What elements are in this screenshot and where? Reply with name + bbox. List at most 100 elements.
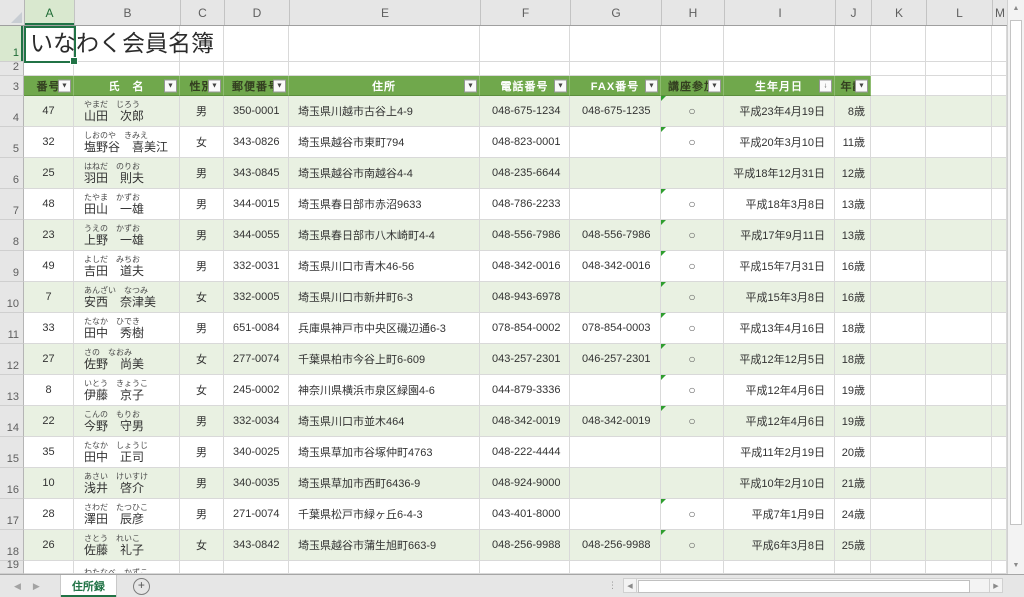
cell-phone[interactable]: 043-401-8000 [480,499,570,530]
cell-L15[interactable] [926,437,992,468]
cell-G1[interactable] [570,26,661,62]
cell-address[interactable]: 千葉県柏市今谷上町6-609 [289,344,480,375]
cell-attend[interactable]: ○ [661,127,724,158]
row-header-13[interactable]: 13 [0,375,24,406]
cell-address[interactable]: 埼玉県川口市新井町6-3 [289,282,480,313]
cell-fax[interactable] [570,189,661,220]
cell-K11[interactable] [871,313,926,344]
cell-phone[interactable]: 043-257-2301 [480,344,570,375]
table-header-B[interactable]: 氏 名 ▼ [74,76,180,96]
splitter-handle-icon[interactable]: ⋮ [608,580,617,591]
cell-L16[interactable] [926,468,992,499]
cell-K4[interactable] [871,96,926,127]
cell-phone[interactable]: 048-235-6644 [480,158,570,189]
cell-L5[interactable] [926,127,992,158]
cell-C2[interactable] [180,62,224,76]
column-header-C[interactable]: C [181,0,225,25]
cell-B19[interactable]: わたなべ かずこ [74,561,180,574]
cell-M2[interactable] [992,62,1007,76]
cell-M3[interactable] [992,76,1007,96]
cell-age[interactable]: 19歳 [835,406,871,437]
cell-C19[interactable] [180,561,224,574]
cell-birthdate[interactable]: 平成18年3月8日 [724,189,835,220]
cell-K19[interactable] [871,561,926,574]
cell-L6[interactable] [926,158,992,189]
cell-age[interactable]: 18歳 [835,344,871,375]
cell-K9[interactable] [871,251,926,282]
cell-birthdate[interactable]: 平成15年7月31日 [724,251,835,282]
cell-age[interactable]: 13歳 [835,189,871,220]
cell-fax[interactable] [570,499,661,530]
cell-fax[interactable] [570,282,661,313]
cell-birthdate[interactable]: 平成10年2月10日 [724,468,835,499]
table-header-F[interactable]: 電話番号 ▼ [480,76,570,96]
cell-G2[interactable] [570,62,661,76]
cell-K15[interactable] [871,437,926,468]
cell-attend[interactable]: ○ [661,96,724,127]
cell-age[interactable]: 16歳 [835,282,871,313]
table-header-A[interactable]: 番号 ▼ [24,76,74,96]
table-header-E[interactable]: 住所 ▼ [289,76,480,96]
column-header-J[interactable]: J [836,0,872,25]
cell-fax[interactable]: 048-342-0016 [570,251,661,282]
cell-name[interactable]: たなか しょうじ 田中 正司 [74,437,180,468]
cell-postal[interactable]: 343-0845 [224,158,289,189]
cell-L17[interactable] [926,499,992,530]
cell-K18[interactable] [871,530,926,561]
cell-address[interactable]: 埼玉県越谷市東町794 [289,127,480,158]
filter-button[interactable]: ▼ [554,79,567,92]
cell-gender[interactable]: 男 [180,313,224,344]
cell-phone[interactable]: 048-675-1234 [480,96,570,127]
cell-attend[interactable] [661,437,724,468]
cell-name[interactable]: あさい けいすけ 浅井 啓介 [74,468,180,499]
cell-name[interactable]: やまだ じろう 山田 次郎 [74,96,180,127]
row-header-14[interactable]: 14 [0,406,24,437]
cell-K2[interactable] [871,62,926,76]
row-header-18[interactable]: 18 [0,530,24,561]
sheet-title[interactable]: いなわく会員名簿 [30,26,214,62]
column-header-H[interactable]: H [662,0,725,25]
cell-birthdate[interactable]: 平成18年12月31日 [724,158,835,189]
cell-M16[interactable] [992,468,1007,499]
cell-address[interactable]: 神奈川県横浜市泉区緑園4-6 [289,375,480,406]
cell-age[interactable]: 24歳 [835,499,871,530]
row-header-6[interactable]: 6 [0,158,24,189]
cell-J19[interactable] [835,561,871,574]
cell-gender[interactable]: 男 [180,220,224,251]
cell-F19[interactable] [480,561,570,574]
cell-birthdate[interactable]: 平成7年1月9日 [724,499,835,530]
cell-phone[interactable]: 048-222-4444 [480,437,570,468]
cell-I1[interactable] [724,26,835,62]
cell-K8[interactable] [871,220,926,251]
cell-name[interactable]: さとう れいこ 佐藤 礼子 [74,530,180,561]
cell-age[interactable]: 8歳 [835,96,871,127]
cell-K16[interactable] [871,468,926,499]
cell-M7[interactable] [992,189,1007,220]
cell-age[interactable]: 20歳 [835,437,871,468]
cell-M8[interactable] [992,220,1007,251]
column-header-E[interactable]: E [290,0,481,25]
cell-postal[interactable]: 332-0005 [224,282,289,313]
row-header-12[interactable]: 12 [0,344,24,375]
tab-nav-left-icon[interactable]: ◀ [14,581,21,592]
cell-M19[interactable] [992,561,1007,574]
add-sheet-button[interactable]: + [132,577,150,595]
cell-D1[interactable] [224,26,289,62]
cell-M15[interactable] [992,437,1007,468]
cell-L3[interactable] [926,76,992,96]
cell-M14[interactable] [992,406,1007,437]
sort-filter-button[interactable]: ↓ [819,79,832,92]
cell-H1[interactable] [661,26,724,62]
cell-B2[interactable] [74,62,180,76]
row-header-19[interactable]: 19 [0,559,24,574]
cell-J2[interactable] [835,62,871,76]
cell-number[interactable]: 27 [24,344,74,375]
cell-birthdate[interactable]: 平成17年9月11日 [724,220,835,251]
filter-button[interactable]: ▼ [855,79,868,92]
cell-birthdate[interactable]: 平成6年3月8日 [724,530,835,561]
cell-name[interactable]: はねだ のりお 羽田 則夫 [74,158,180,189]
cell-postal[interactable]: 340-0025 [224,437,289,468]
cell-fax[interactable] [570,468,661,499]
cell-phone[interactable]: 048-342-0019 [480,406,570,437]
table-header-G[interactable]: FAX番号 ▼ [570,76,661,96]
